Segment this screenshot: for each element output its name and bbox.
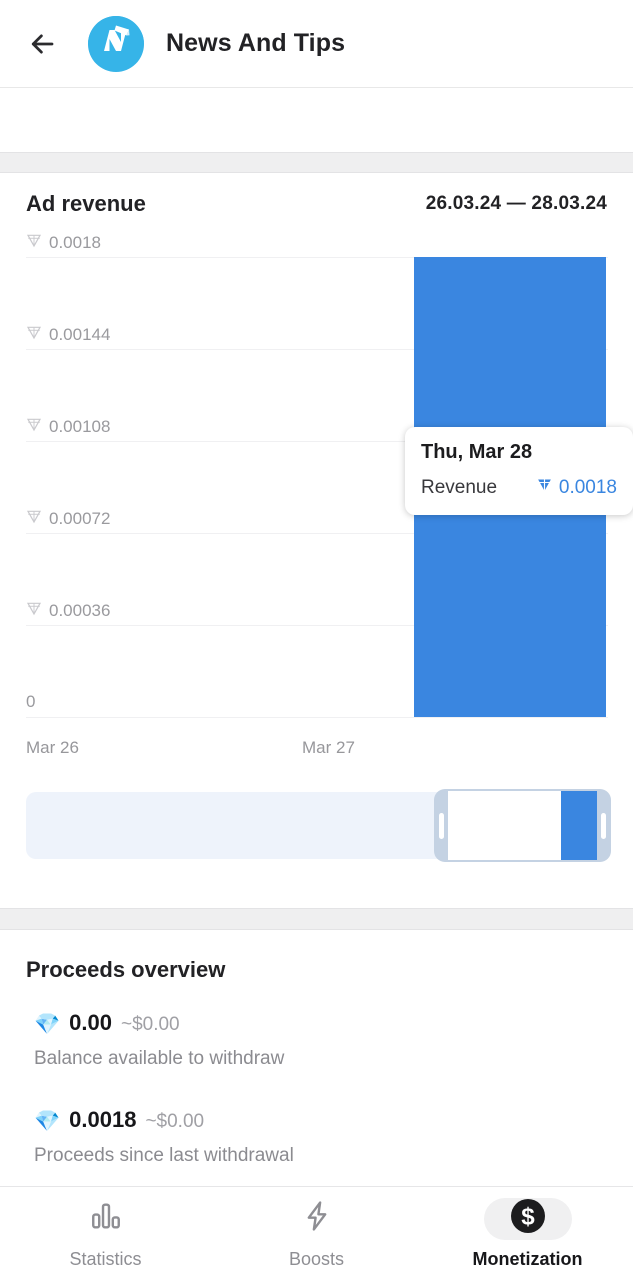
app-root: News And Tips Ad revenue 26.03.24 — 28.0… (0, 0, 633, 1280)
proceeds-amount: 0.00 (69, 1010, 112, 1035)
y-tick-text: 0 (26, 692, 36, 711)
y-tick-text: 0.00108 (49, 416, 111, 436)
nav-label-statistics: Statistics (69, 1248, 142, 1269)
dollar-circle-icon: $ (508, 1196, 548, 1241)
y-tick-label: 0.00072 (26, 508, 110, 529)
app-header: News And Tips (0, 0, 633, 88)
chart-title: Ad revenue (26, 191, 146, 216)
arrow-left-icon (27, 29, 57, 59)
proceeds-caption: Balance available to withdraw (34, 1048, 285, 1069)
y-tick-label: 0.00144 (26, 324, 110, 345)
chart-date-range[interactable]: 26.03.24 — 28.03.24 (426, 193, 607, 215)
y-tick-label: 0.00108 (26, 416, 110, 437)
tooltip-date: Thu, Mar 28 (421, 441, 533, 463)
ton-diamond-icon (26, 232, 42, 253)
chart-header: Ad revenue 26.03.24 — 28.03.24 (0, 173, 633, 235)
section-separator-top (0, 152, 633, 173)
x-tick-label: Mar 26 (26, 738, 79, 757)
proceeds-overview-card: Proceeds overview 💎 0.00 ~$0.00 Balance … (0, 930, 633, 1185)
chart-range-scrubber[interactable] (26, 789, 611, 862)
tooltip-metric-value-group: 0.0018 (536, 476, 617, 499)
ton-diamond-icon (26, 416, 42, 437)
y-tick-label: 0 (26, 692, 35, 712)
lightning-icon (300, 1199, 334, 1238)
proceeds-item-since-withdrawal: 💎 0.0018 ~$0.00 Proceeds since last with… (34, 1107, 294, 1167)
nav-label-monetization: Monetization (472, 1248, 583, 1269)
scrubber-preview (448, 789, 597, 862)
y-tick-label: 0.00036 (26, 600, 110, 621)
gem-icon: 💎 (34, 1013, 61, 1036)
proceeds-usd-equivalent: ~$0.00 (120, 1014, 180, 1035)
nav-icon-wrap (273, 1198, 361, 1240)
proceeds-amount-row: 💎 0.0018 ~$0.00 (34, 1107, 294, 1133)
nav-item-monetization[interactable]: $ Monetization (422, 1187, 633, 1280)
gem-icon: 💎 (34, 1110, 61, 1133)
proceeds-caption: Proceeds since last withdrawal (34, 1145, 294, 1166)
scrubber-preview-bar (561, 791, 597, 860)
scrub-handle-right-grip[interactable] (601, 812, 606, 839)
tooltip-metric-label: Revenue (421, 476, 498, 498)
nav-item-statistics[interactable]: Statistics (0, 1187, 211, 1280)
nav-icon-wrap: $ (483, 1196, 572, 1241)
y-tick-text: 0.00072 (49, 508, 111, 528)
chart-x-axis: Mar 26 Mar 27 (0, 738, 633, 766)
page-title: News And Tips (166, 29, 346, 57)
proceeds-usd-equivalent: ~$0.00 (145, 1111, 205, 1132)
bottom-navigation: Statistics Boosts $ Monetization (0, 1186, 633, 1280)
bar-chart-icon (89, 1199, 123, 1238)
proceeds-amount-row: 💎 0.00 ~$0.00 (34, 1010, 284, 1036)
channel-logo-icon (88, 15, 144, 72)
ton-diamond-icon (26, 324, 42, 345)
channel-avatar[interactable] (88, 15, 144, 72)
tooltip-metric-row: Revenue 0.0018 (421, 476, 617, 499)
tooltip-metric-value: 0.0018 (558, 476, 617, 498)
proceeds-item-balance: 💎 0.00 ~$0.00 Balance available to withd… (34, 1010, 284, 1070)
ton-diamond-icon (536, 476, 553, 499)
header-subbar (0, 89, 633, 152)
scrub-handle-left-grip[interactable] (439, 812, 444, 839)
nav-item-boosts[interactable]: Boosts (211, 1187, 422, 1280)
svg-text:$: $ (521, 1204, 535, 1231)
proceeds-title: Proceeds overview (26, 957, 226, 982)
nav-label-boosts: Boosts (288, 1248, 345, 1269)
scrubber-selection-window[interactable] (434, 789, 611, 862)
gridline (26, 717, 608, 718)
chart-tooltip: Thu, Mar 28 Revenue 0.0018 (405, 427, 633, 515)
x-tick-label: Mar 27 (302, 738, 355, 757)
back-button[interactable] (16, 18, 68, 70)
ton-diamond-icon (26, 600, 42, 621)
y-tick-text: 0.00036 (49, 600, 111, 620)
y-tick-label: 0.0018 (26, 232, 101, 253)
nav-icon-wrap (62, 1198, 150, 1240)
ad-revenue-card: Ad revenue 26.03.24 — 28.03.24 0 0.00036 0… (0, 173, 633, 908)
proceeds-amount: 0.0018 (69, 1107, 137, 1132)
y-tick-text: 0.0018 (49, 232, 101, 252)
ton-diamond-icon (26, 508, 42, 529)
section-separator-middle (0, 908, 633, 930)
y-tick-text: 0.00144 (49, 324, 111, 344)
